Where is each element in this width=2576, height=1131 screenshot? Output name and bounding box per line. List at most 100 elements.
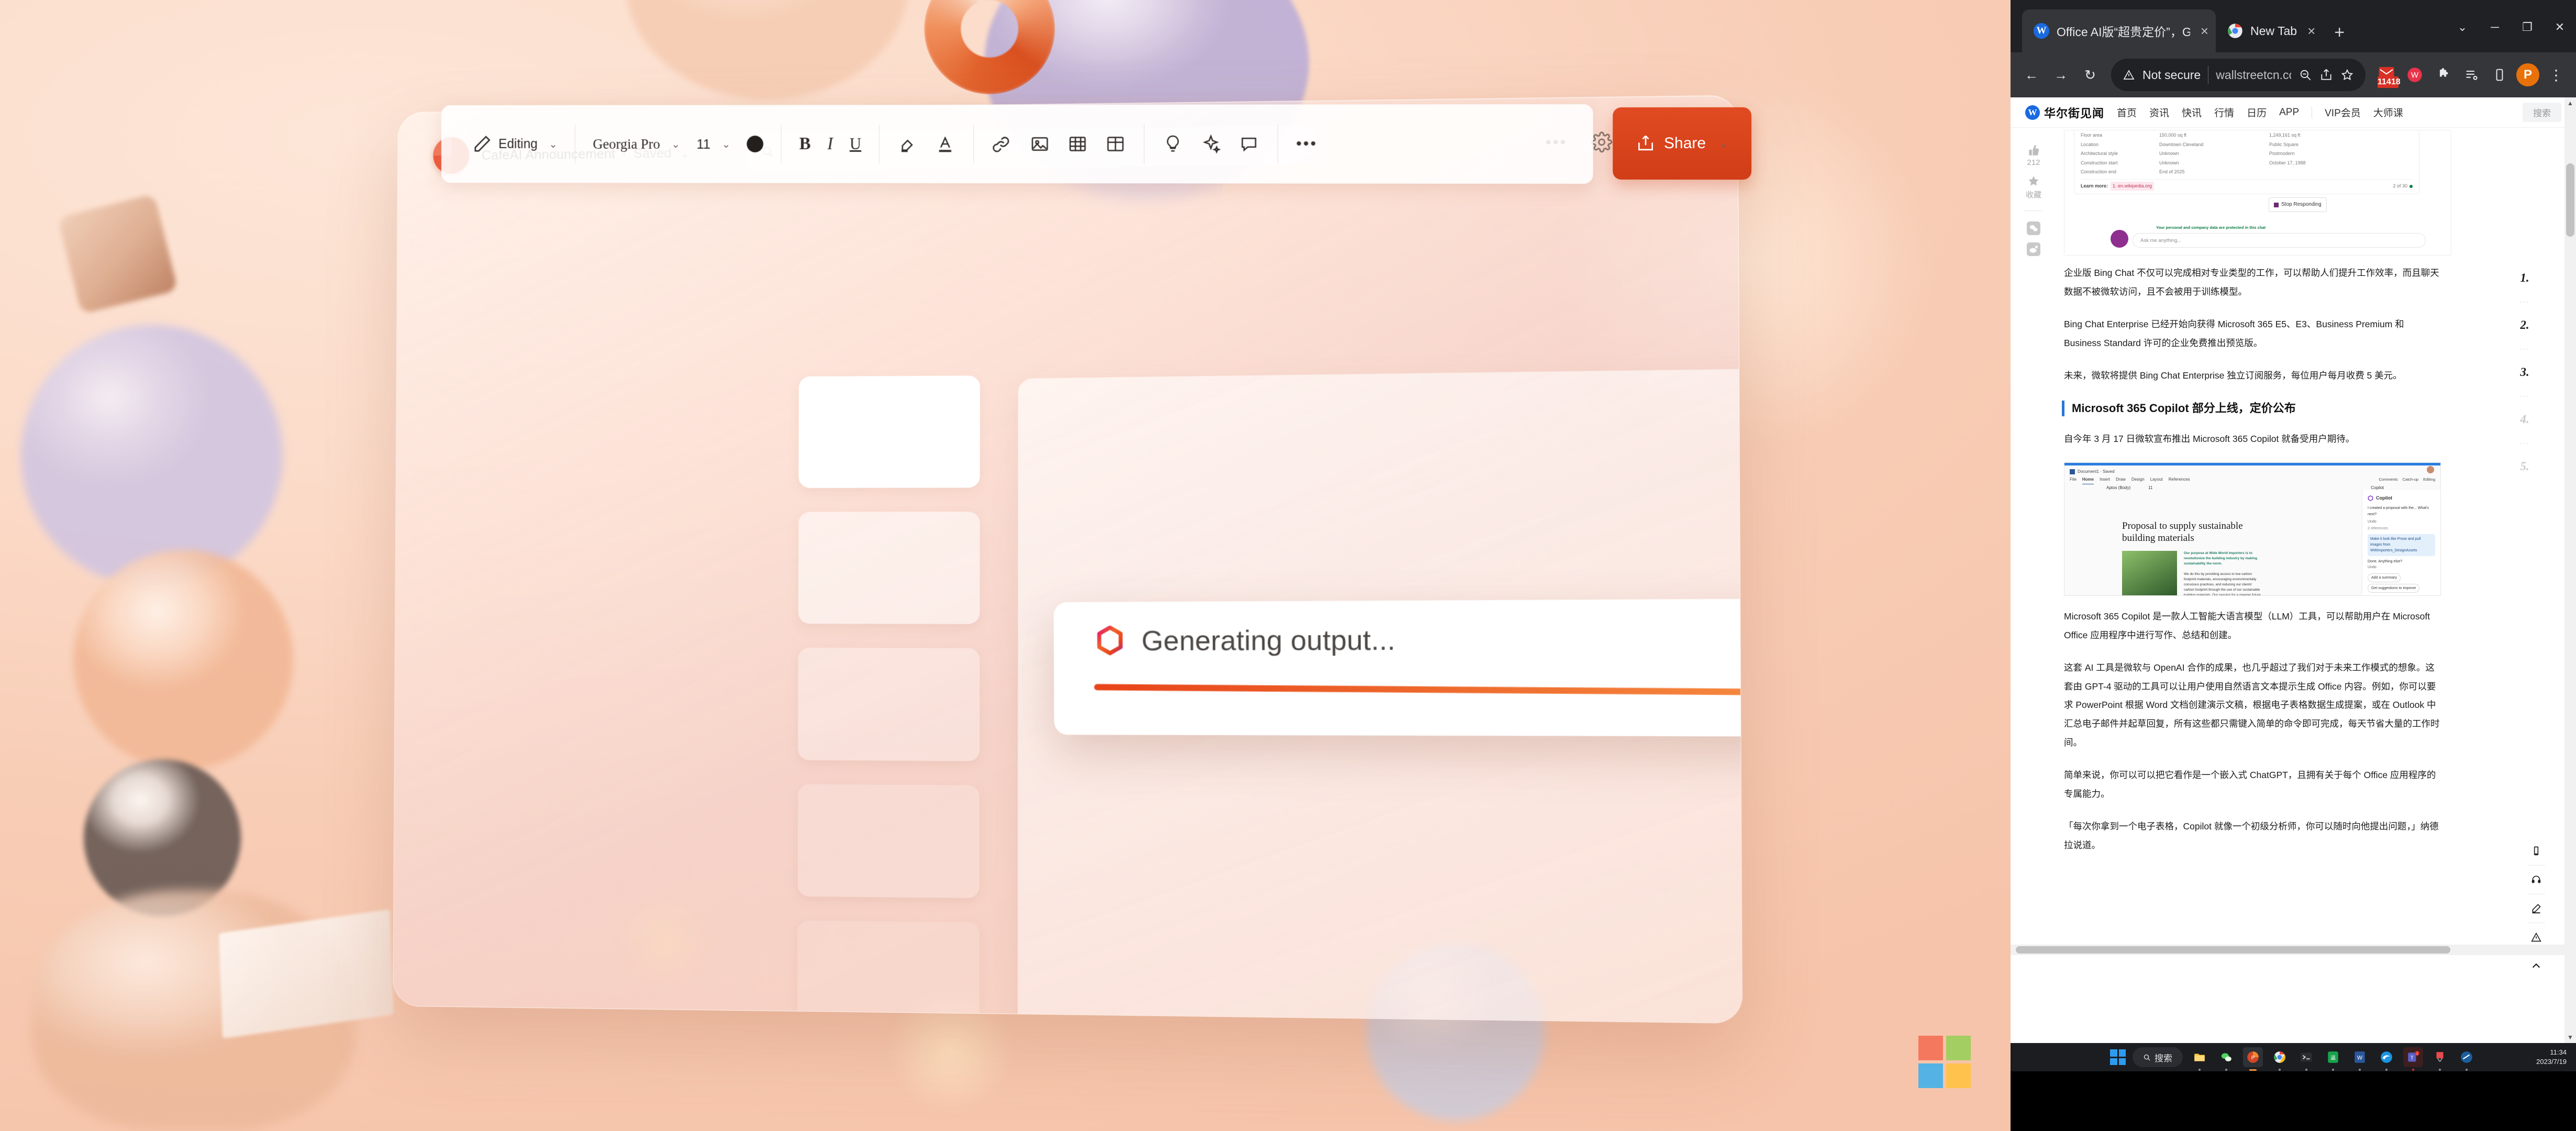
taskbar-app-powerpoint[interactable]: P	[2243, 1047, 2263, 1071]
taskbar-app-steam[interactable]	[2457, 1047, 2477, 1071]
embed-menu-home[interactable]: Home	[2082, 475, 2094, 484]
embed-copilot-undo[interactable]: Undo	[2368, 519, 2435, 525]
taskbar-app-edge[interactable]	[2377, 1047, 2396, 1071]
taskbar-app-snipping-tool[interactable]	[2430, 1047, 2450, 1071]
embed-copilot-suggestion2[interactable]: Get suggestions to improve	[2368, 584, 2420, 593]
chevron-down-icon[interactable]: ⌄	[722, 138, 731, 151]
section-number[interactable]: 4.	[2520, 400, 2529, 439]
maximize-button[interactable]: ❐	[2511, 12, 2544, 43]
feedback-button[interactable]	[2522, 894, 2550, 923]
browser-tab[interactable]: W Office AI版“超贵定价”，GPT4 ×	[2022, 9, 2216, 52]
nav-item-markets[interactable]: 行情	[2214, 105, 2234, 119]
editing-mode-button[interactable]: Editing ⌄	[468, 128, 562, 160]
chevron-down-icon[interactable]: ⌄	[671, 138, 680, 151]
page-thumbnail[interactable]	[798, 375, 980, 489]
zoom-out-icon[interactable]	[2299, 68, 2312, 82]
page-thumbnail[interactable]	[798, 512, 980, 625]
link-button[interactable]	[987, 128, 1017, 160]
like-button[interactable]: 212	[2027, 143, 2040, 167]
page-thumbnail-rail[interactable]	[797, 375, 980, 1024]
embed-menu-design[interactable]: Design	[2131, 475, 2145, 484]
designer-button[interactable]	[1196, 128, 1226, 160]
new-tab-button[interactable]: +	[2334, 23, 2345, 43]
chevron-down-icon[interactable]: ⌄	[1719, 137, 1728, 150]
ribbon-overflow-button[interactable]: •••	[1292, 128, 1322, 160]
section-number[interactable]: 5.	[2520, 447, 2529, 486]
taskbar-app-terminal[interactable]	[2296, 1047, 2316, 1071]
insert-picture-button[interactable]	[1025, 128, 1054, 160]
horizontal-scrollbar[interactable]	[2011, 945, 2576, 955]
embed-catchup-button[interactable]: Catch-up	[2403, 475, 2418, 483]
page-thumbnail[interactable]	[797, 920, 980, 1024]
bookmark-star-icon[interactable]	[2340, 68, 2354, 82]
youdao-extension-icon[interactable]: W	[2401, 61, 2428, 88]
font-name-dropdown[interactable]: Georgia Pro ⌄	[589, 128, 684, 160]
comment-button[interactable]	[1234, 128, 1264, 160]
close-icon[interactable]: ×	[2307, 23, 2315, 39]
gear-icon[interactable]	[1591, 131, 1613, 153]
taskbar-app-teams[interactable]: T1	[2403, 1047, 2423, 1071]
forward-button[interactable]: →	[2046, 60, 2075, 90]
section-number[interactable]: 2.	[2520, 306, 2529, 345]
share-button[interactable]: Share ⌄	[1613, 107, 1752, 180]
device-icon[interactable]	[2486, 61, 2513, 88]
stop-responding-button[interactable]: Stop Responding	[2269, 197, 2327, 212]
page-scrollbar[interactable]: ▲ ▼	[2564, 97, 2576, 1043]
extensions-icon[interactable]	[2429, 61, 2457, 88]
mail-extension-icon[interactable]: 11418	[2373, 61, 2401, 88]
embed-editing-button[interactable]: Editing	[2423, 475, 2435, 483]
share-weibo-button[interactable]	[2027, 242, 2040, 256]
nav-item-vip[interactable]: VIP会员	[2325, 105, 2361, 119]
taskbar-app-file-explorer[interactable]	[2190, 1047, 2209, 1071]
embed-menu-references[interactable]: References	[2169, 475, 2190, 484]
nav-item-masterclass[interactable]: 大师课	[2373, 105, 2403, 119]
embed-copilot-undo2[interactable]: Undo	[2368, 564, 2435, 570]
app-download-button[interactable]	[2522, 837, 2550, 865]
minimize-button[interactable]: ─	[2479, 12, 2511, 43]
taskbar-app-youdao[interactable]: 逼	[2323, 1047, 2343, 1071]
taskbar-clock[interactable]: 11:34 2023/7/19	[2536, 1048, 2567, 1067]
page-thumbnail[interactable]	[798, 648, 980, 761]
nav-item-calendar[interactable]: 日历	[2247, 105, 2267, 119]
embed-copilot-refs[interactable]: 2 references	[2368, 526, 2435, 531]
taskbar-app-wechat[interactable]	[2216, 1047, 2236, 1071]
close-icon[interactable]: ×	[2201, 23, 2208, 39]
ideas-button[interactable]	[1158, 128, 1187, 160]
embed-menu-file[interactable]: File	[2070, 475, 2077, 484]
nav-item-news[interactable]: 资讯	[2149, 105, 2169, 119]
scroll-down-button[interactable]: ▼	[2564, 1032, 2576, 1043]
reading-list-icon[interactable]	[2458, 61, 2485, 88]
insert-layout-button[interactable]	[1101, 128, 1130, 160]
scroll-thumb[interactable]	[2566, 163, 2574, 237]
embed-copilot-suggestion1[interactable]: Add a summary	[2368, 573, 2401, 583]
site-search-input[interactable]: 搜索	[2523, 103, 2561, 122]
highlight-color-button[interactable]	[893, 128, 923, 160]
back-button[interactable]: ←	[2017, 60, 2046, 90]
close-button[interactable]: ✕	[2544, 12, 2576, 43]
insert-table-button[interactable]	[1063, 128, 1092, 160]
nav-item-home[interactable]: 首页	[2117, 105, 2137, 119]
section-number[interactable]: 1.	[2520, 259, 2529, 297]
scroll-up-button[interactable]: ▲	[2564, 97, 2576, 109]
chevron-down-icon[interactable]: ⌄	[549, 138, 557, 151]
embed-menu-draw[interactable]: Draw	[2116, 475, 2126, 484]
taskbar-app-word[interactable]: W	[2350, 1047, 2370, 1071]
embed-menu-layout[interactable]: Layout	[2150, 475, 2163, 484]
underline-button[interactable]: U	[846, 128, 865, 160]
favorite-button[interactable]: 收藏	[2026, 174, 2041, 200]
font-color-button[interactable]	[743, 128, 768, 160]
bold-button[interactable]: B	[795, 128, 815, 160]
horizontal-scroll-thumb[interactable]	[2016, 946, 2450, 953]
taskbar-search[interactable]: 搜索	[2133, 1047, 2183, 1067]
learn-more-link[interactable]: 1. en.wikipedia.org	[2111, 181, 2155, 191]
italic-button[interactable]: I	[823, 128, 837, 160]
browser-menu-button[interactable]: ⋮	[2542, 61, 2570, 88]
embed-menu-insert[interactable]: Insert	[2100, 475, 2110, 484]
nav-item-app[interactable]: APP	[2279, 107, 2299, 118]
start-button[interactable]	[2110, 1049, 2126, 1065]
font-size-dropdown[interactable]: 11 ⌄	[692, 128, 735, 160]
page-thumbnail[interactable]	[797, 784, 980, 899]
nav-item-flash[interactable]: 快讯	[2182, 105, 2202, 119]
site-logo[interactable]: W 华尔街见闻	[2025, 104, 2104, 121]
share-icon[interactable]	[2319, 68, 2333, 82]
